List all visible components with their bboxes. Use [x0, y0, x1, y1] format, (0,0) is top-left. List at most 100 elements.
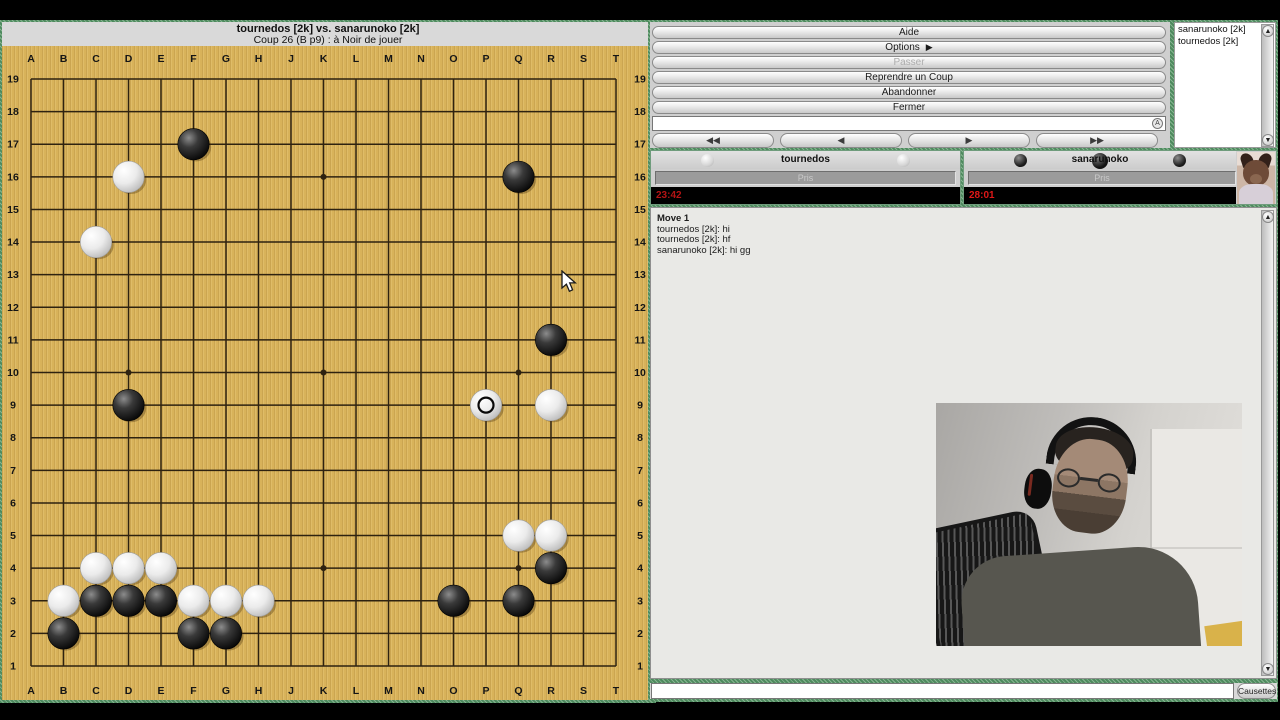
player-name: sanarunoko — [1071, 154, 1129, 165]
submenu-arrow-icon: ▶ — [925, 42, 933, 52]
emote-icon[interactable]: A — [1152, 118, 1163, 129]
headphones-earcup — [1022, 467, 1054, 511]
nav-first-button[interactable]: ◀◀ — [652, 133, 774, 148]
player-clock: 28:01 — [964, 187, 1236, 204]
svg-text:6: 6 — [637, 497, 643, 509]
svg-text:7: 7 — [10, 465, 16, 477]
cam-person-head — [1022, 411, 1146, 555]
options-button[interactable]: Options ▶ — [652, 41, 1166, 54]
players-row: tournedos Pris 23:42 sanarunoko Pris 28:01 — [650, 150, 1277, 205]
scroll-down-icon[interactable]: ▼ — [1262, 663, 1274, 675]
scroll-down-icon[interactable]: ▼ — [1262, 134, 1274, 146]
svg-text:8: 8 — [637, 432, 643, 444]
passer-button: Passer — [652, 56, 1166, 69]
svg-text:A: A — [27, 53, 35, 65]
chat-line: sanarunoko [2k]: hi gg — [657, 244, 751, 256]
fermer-button[interactable]: Fermer — [652, 101, 1166, 114]
svg-text:15: 15 — [7, 204, 19, 216]
cam-person-torso — [958, 542, 1202, 646]
svg-text:F: F — [190, 53, 197, 65]
svg-text:2: 2 — [10, 628, 16, 640]
webcam-video — [936, 403, 1242, 646]
reprendre-un-coup-button[interactable]: Reprendre un Coup — [652, 71, 1166, 84]
player-list-item[interactable]: tournedos [2k] — [1175, 35, 1275, 47]
svg-text:F: F — [190, 685, 197, 697]
svg-text:L: L — [353, 53, 360, 65]
player-list-scrollbar[interactable]: ▲ ▼ — [1261, 24, 1274, 147]
svg-text:14: 14 — [7, 237, 19, 249]
svg-text:15: 15 — [634, 204, 646, 216]
svg-text:19: 19 — [634, 74, 646, 86]
player-list-item[interactable]: sanarunoko [2k] — [1175, 23, 1275, 35]
svg-text:11: 11 — [7, 334, 18, 346]
chat-input-row: Causettes — [650, 683, 1277, 699]
captures-bar: Pris — [968, 171, 1236, 185]
chat-line: Move 1 — [657, 213, 690, 224]
causettes-button[interactable]: Causettes — [1237, 683, 1276, 699]
goban[interactable]: A A B B C C D D E E F F G G H H J J K K L L M M N N O O P P Q Q R R S S T T 19… — [2, 46, 654, 700]
abandonner-button[interactable]: Abandonner — [652, 86, 1166, 99]
control-panel: Aide Options ▶ Passer Reprendre un Coup Aband… — [648, 20, 1278, 702]
svg-text:C: C — [92, 685, 100, 697]
scroll-up-icon[interactable]: ▲ — [1262, 25, 1274, 37]
player-panel-sanarunoko: sanarunoko Pris 28:01 — [963, 150, 1277, 205]
svg-text:6: 6 — [10, 497, 16, 509]
svg-text:10: 10 — [7, 367, 19, 379]
menu-section: Aide Options ▶ Passer Reprendre un Coup Aband… — [650, 22, 1170, 148]
nav-last-button[interactable]: ▶▶ — [1036, 133, 1158, 148]
svg-text:3: 3 — [637, 595, 643, 607]
scroll-up-icon[interactable]: ▲ — [1262, 211, 1274, 223]
captures-bar: Pris — [655, 171, 956, 185]
svg-text:4: 4 — [10, 563, 16, 575]
player-header: tournedos — [651, 151, 960, 169]
chat-line: tournedos [2k]: hi — [657, 223, 730, 235]
player-avatar — [1237, 152, 1275, 204]
svg-text:P: P — [482, 685, 489, 697]
svg-text:13: 13 — [634, 269, 646, 281]
svg-text:P: P — [482, 53, 489, 65]
svg-text:S: S — [580, 53, 587, 65]
svg-text:16: 16 — [7, 171, 19, 183]
aide-button[interactable]: Aide — [652, 26, 1166, 39]
svg-text:2: 2 — [637, 628, 643, 640]
svg-text:G: G — [222, 53, 230, 65]
player-name: tournedos — [781, 154, 830, 165]
svg-text:N: N — [417, 685, 425, 697]
svg-text:K: K — [320, 685, 328, 697]
svg-text:S: S — [580, 685, 587, 697]
svg-text:E: E — [157, 685, 164, 697]
avatar-muzzle — [1250, 174, 1262, 184]
svg-text:9: 9 — [637, 400, 643, 412]
chat-input[interactable] — [651, 683, 1234, 699]
svg-text:7: 7 — [637, 465, 643, 477]
svg-text:O: O — [449, 685, 457, 697]
svg-text:13: 13 — [7, 269, 19, 281]
board-title-bar: tournedos [2k] vs. sanarunoko [2k] Coup … — [2, 22, 654, 46]
svg-text:12: 12 — [634, 302, 646, 314]
svg-text:17: 17 — [634, 139, 646, 151]
mouse-cursor — [561, 270, 578, 293]
chat-scrollbar[interactable]: ▲ ▼ — [1261, 210, 1274, 676]
avatar-body — [1239, 184, 1273, 204]
svg-text:H: H — [255, 53, 263, 65]
svg-text:10: 10 — [634, 367, 646, 379]
svg-text:4: 4 — [637, 563, 643, 575]
svg-text:O: O — [449, 53, 457, 65]
nav-prev-button[interactable]: ◀ — [780, 133, 902, 148]
chat-lines: Move 1 tournedos [2k]: hi tournedos [2k]: … — [657, 213, 1252, 256]
chat-line: tournedos [2k]: hf — [657, 234, 731, 245]
svg-text:19: 19 — [7, 74, 19, 86]
svg-text:16: 16 — [634, 171, 646, 183]
svg-text:12: 12 — [7, 302, 19, 314]
svg-text:B: B — [60, 685, 68, 697]
svg-text:5: 5 — [10, 530, 16, 542]
svg-text:G: G — [222, 685, 230, 697]
svg-text:T: T — [613, 53, 620, 65]
player-list[interactable]: sanarunoko [2k] tournedos [2k] ▲ ▼ — [1174, 22, 1276, 148]
svg-text:J: J — [288, 53, 294, 65]
message-input[interactable] — [652, 116, 1166, 131]
svg-text:J: J — [288, 685, 294, 697]
svg-text:K: K — [320, 53, 328, 65]
nav-next-button[interactable]: ▶ — [908, 133, 1030, 148]
svg-text:8: 8 — [10, 432, 16, 444]
